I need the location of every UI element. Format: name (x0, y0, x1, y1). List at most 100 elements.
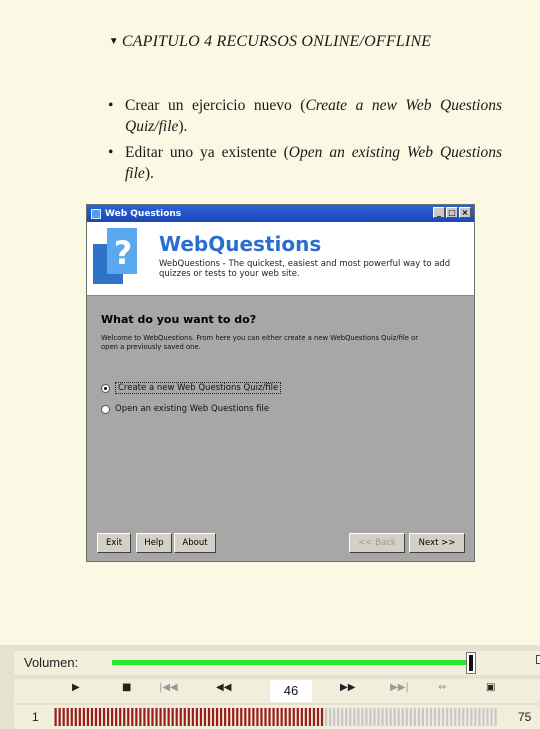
progress-tick (106, 708, 110, 726)
progress-tick (292, 708, 295, 726)
progress-tick (94, 708, 98, 726)
progress-tick (316, 708, 320, 726)
progress-row: 1 75 (14, 705, 540, 729)
progress-tick (276, 708, 279, 726)
progress-tick (405, 708, 408, 726)
progress-tick (195, 708, 198, 726)
progress-tick (90, 708, 94, 726)
volume-knob[interactable] (465, 652, 476, 674)
option-open-existing[interactable]: Open an existing Web Questions file (101, 404, 269, 414)
progress-tick (167, 708, 170, 726)
app-description: WebQuestions - The quickest, easiest and… (159, 259, 451, 279)
progress-tick (369, 708, 372, 726)
progress-tick (320, 708, 324, 726)
progress-tick (454, 708, 457, 726)
progress-tick (78, 708, 81, 726)
minimize-icon[interactable]: _ (433, 207, 445, 218)
progress-tick (62, 708, 65, 726)
progress-tick (377, 708, 380, 726)
radio-unselected-icon[interactable] (101, 404, 110, 414)
progress-tick (353, 708, 356, 726)
progress-tick (312, 708, 316, 726)
book-page: ▼ CAPITULO 4 RECURSOS ONLINE/OFFLINE • Cre… (0, 0, 540, 645)
progress-tick (333, 708, 336, 726)
back-button[interactable]: << Back (349, 533, 405, 553)
help-button[interactable]: Help (136, 533, 172, 553)
progress-tick (119, 708, 122, 726)
progress-tick (207, 708, 211, 726)
progress-tick (215, 708, 219, 726)
progress-tick (248, 708, 251, 726)
bullet-item: • Editar uno ya existente (Open an existi… (108, 144, 502, 182)
progress-tick (187, 708, 190, 726)
bullet-list: • Crear un ejercicio nuevo (Create a new … (108, 95, 502, 189)
current-page-field[interactable]: 46 (270, 680, 312, 702)
progress-tick (486, 708, 489, 726)
progress-tick (288, 708, 291, 726)
last-page-icon[interactable]: ▶▶| (390, 682, 409, 693)
app-icon (91, 208, 101, 219)
play-icon[interactable]: ▶ (72, 682, 80, 693)
progress-tick (345, 708, 348, 726)
progress-tick (425, 708, 429, 726)
progress-tick (304, 708, 307, 726)
next-button[interactable]: Next >> (409, 533, 465, 553)
next-page-icon[interactable]: ▶▶ (340, 682, 355, 693)
bullet-item: • Crear un ejercicio nuevo (Create a new … (108, 97, 503, 135)
progress-tick (389, 708, 392, 726)
progress-tick (296, 708, 299, 726)
volume-row: Volumen: (14, 651, 540, 675)
previous-page-icon[interactable]: ◀◀ (216, 682, 231, 693)
chapter-heading: ▼ CAPITULO 4 RECURSOS ONLINE/OFFLINE (0, 33, 540, 51)
app-name: WebQuestions (159, 232, 322, 256)
maximize-icon[interactable]: □ (446, 207, 458, 218)
progress-tick (256, 708, 259, 726)
progress-tick (482, 708, 485, 726)
progress-tick (308, 708, 312, 726)
progress-tick (98, 708, 102, 726)
zoom-icon[interactable]: ▣ (486, 682, 495, 693)
fit-width-icon[interactable]: ⇔ (438, 682, 446, 693)
close-icon[interactable]: × (459, 207, 471, 218)
progress-tick (413, 708, 416, 726)
collapse-triangle-icon[interactable]: ▼ (109, 36, 119, 47)
progress-tick (373, 708, 376, 726)
progress-tick (143, 708, 146, 726)
progress-tick (228, 708, 231, 726)
radio-selected-icon[interactable] (101, 383, 110, 393)
progress-tick (203, 708, 207, 726)
progress-tick (397, 708, 400, 726)
webquestions-screenshot: Web Questions _ □ × ? WebQuestions WebQu… (86, 204, 475, 562)
exit-button[interactable]: Exit (97, 533, 131, 553)
wizard-heading: What do you want to do? (101, 313, 257, 326)
stop-icon[interactable]: ■ (122, 682, 131, 693)
progress-tick (54, 708, 57, 726)
progress-tick (179, 708, 182, 726)
progress-tick (341, 708, 344, 726)
progress-tick (102, 708, 106, 726)
progress-tick (280, 708, 283, 726)
progress-tick (131, 708, 134, 726)
about-button[interactable]: About (174, 533, 216, 553)
progress-tick (272, 708, 275, 726)
progress-tick (236, 708, 239, 726)
progress-tick (74, 708, 77, 726)
progress-tick (70, 708, 73, 726)
window-title: Web Questions (105, 208, 182, 219)
question-logo-icon: ? (93, 228, 139, 284)
progress-tick (328, 708, 332, 726)
progress-tick (300, 708, 303, 726)
progress-tick (139, 708, 142, 726)
progress-tick (337, 708, 340, 726)
volume-slider[interactable] (112, 660, 471, 665)
first-page-icon[interactable]: |◀◀ (159, 682, 178, 693)
progress-tick (365, 708, 368, 726)
progress-tick (183, 708, 186, 726)
progress-tick (268, 708, 271, 726)
volume-label: Volumen: (24, 655, 79, 670)
progress-tick (437, 708, 441, 726)
progress-tick (58, 708, 61, 726)
window-titlebar: Web Questions _ □ × (87, 205, 474, 222)
page-progress-bar[interactable] (54, 708, 498, 726)
option-create-new[interactable]: Create a new Web Questions Quiz/file (101, 382, 282, 394)
